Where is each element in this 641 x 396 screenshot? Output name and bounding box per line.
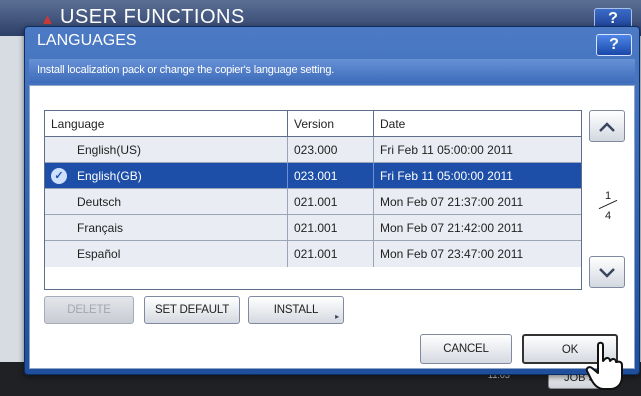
header-date: Date [380, 117, 406, 131]
row-language: Français [45, 215, 288, 240]
header-language: Language [45, 111, 288, 136]
table-header: Language Version Date [45, 111, 581, 137]
languages-dialog: LANGUAGES ? Install localization pack or… [24, 26, 640, 375]
header-version: Version [288, 111, 374, 136]
delete-button[interactable]: DELETE [44, 296, 134, 324]
row-version: 021.001 [288, 189, 374, 214]
table-row[interactable]: Deutsch 021.001 Mon Feb 07 21:37:00 2011 [45, 189, 581, 215]
dialog-help-button[interactable]: ? [596, 34, 632, 56]
row-language: ✓ English(GB) [45, 163, 288, 188]
row-language: Español [45, 241, 288, 267]
scroll-up-icon [599, 122, 615, 132]
scroll-down-button[interactable] [589, 256, 625, 288]
row-language: English(US) [45, 137, 288, 162]
selected-check-icon: ✓ [51, 168, 67, 184]
row-date: Mon Feb 07 21:42:00 2011 [380, 221, 524, 235]
table-row-selected[interactable]: ✓ English(GB) 023.001 Fri Feb 11 05:00:0… [45, 163, 581, 189]
row-date: Fri Feb 11 05:00:00 2011 [380, 169, 513, 183]
row-date: Mon Feb 07 23:47:00 2011 [380, 247, 524, 261]
submenu-arrow-icon: ▸ [335, 312, 339, 321]
install-button[interactable]: INSTALL ▸ [248, 296, 344, 324]
dialog-description: Install localization pack or change the … [37, 64, 335, 76]
row-language-label: English(GB) [77, 169, 142, 183]
language-table: Language Version Date English(US) 023.00… [44, 110, 582, 290]
set-default-button[interactable]: SET DEFAULT [144, 296, 240, 324]
table-row[interactable]: Español 021.001 Mon Feb 07 23:47:00 2011 [45, 241, 581, 267]
row-version: 021.001 [288, 215, 374, 240]
row-date: Mon Feb 07 21:37:00 2011 [380, 195, 524, 209]
dialog-title: LANGUAGES [37, 32, 137, 49]
row-version: 023.001 [288, 163, 374, 188]
row-version: 021.001 [288, 241, 374, 267]
dialog-content: Language Version Date English(US) 023.00… [29, 85, 635, 369]
page-total: 4 [604, 210, 612, 222]
install-label: INSTALL [273, 304, 319, 316]
row-version: 023.000 [288, 137, 374, 162]
scroll-down-icon [599, 268, 615, 278]
scroll-up-button[interactable] [589, 110, 625, 142]
row-date: Fri Feb 11 05:00:00 2011 [380, 143, 513, 157]
table-row[interactable]: Français 021.001 Mon Feb 07 21:42:00 201… [45, 215, 581, 241]
description-bar: Install localization pack or change the … [29, 59, 635, 83]
cancel-button[interactable]: CANCEL [420, 334, 512, 364]
table-row[interactable]: English(US) 023.000 Fri Feb 11 05:00:00 … [45, 137, 581, 163]
row-language: Deutsch [45, 189, 288, 214]
pointing-hand-icon [585, 341, 623, 390]
